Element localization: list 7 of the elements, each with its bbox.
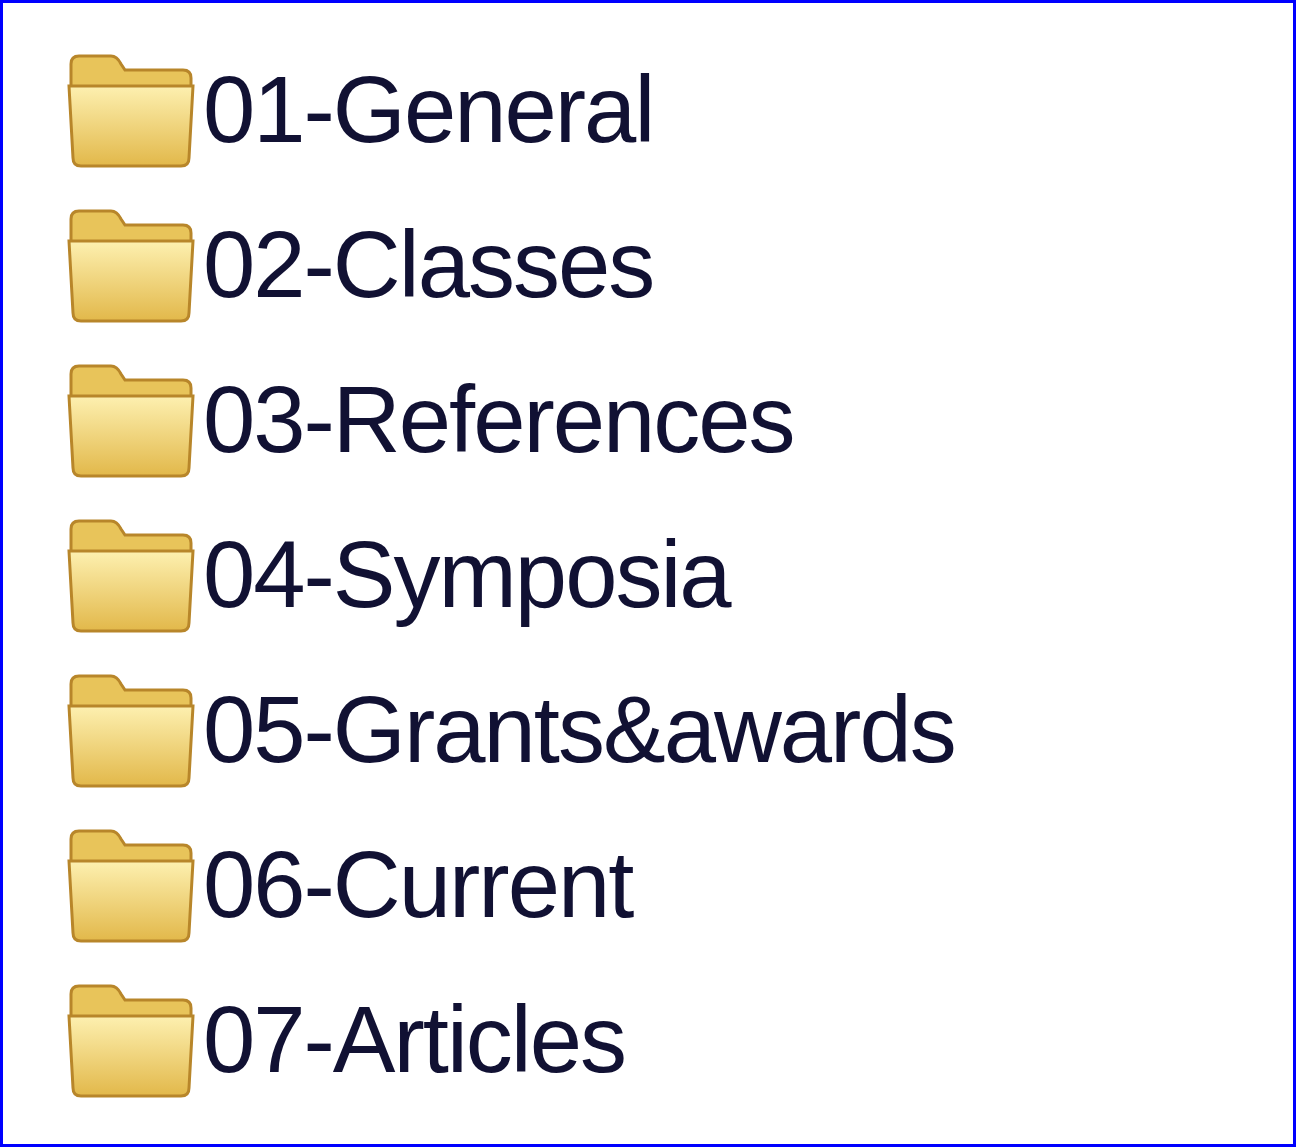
folder-name[interactable]: 05-Grants&awards (203, 674, 955, 787)
folder-name[interactable]: 01-General (203, 54, 654, 167)
folder-name[interactable]: 02-Classes (203, 209, 654, 322)
folder-name[interactable]: 03-References (203, 364, 794, 477)
folder-name[interactable]: 04-Symposia (203, 519, 730, 632)
folder-name[interactable]: 07-Articles (203, 984, 626, 1097)
folder-name[interactable]: 06-Current (203, 829, 633, 942)
